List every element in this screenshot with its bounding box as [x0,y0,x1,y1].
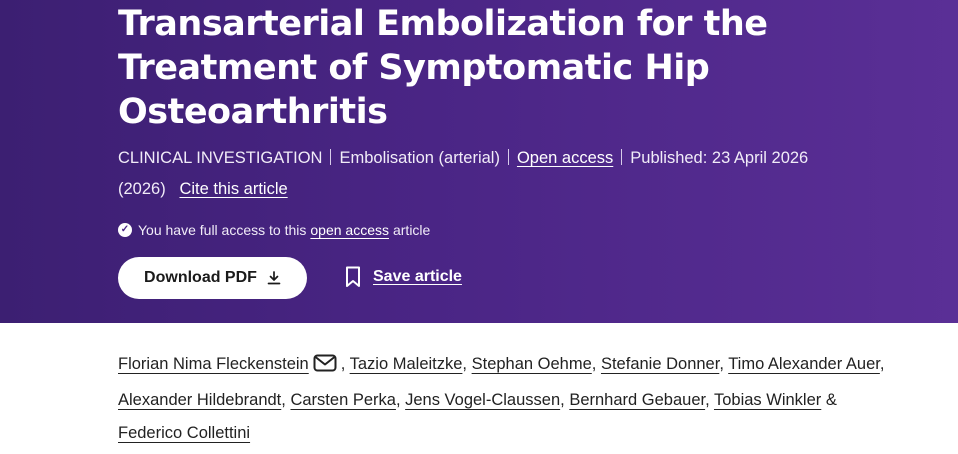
author-link[interactable]: Florian Nima Fleckenstein [118,355,309,373]
cite-link[interactable]: Cite this article [179,180,287,198]
open-access-link[interactable]: Open access [517,149,613,167]
author-link[interactable]: Stefanie Donner [601,355,719,373]
author-link[interactable]: Federico Collettini [118,424,250,442]
divider [330,149,332,165]
download-pdf-label: Download PDF [144,269,257,286]
author-link[interactable]: Timo Alexander Auer [728,355,880,373]
article-meta: CLINICAL INVESTIGATION Embolisation (arte… [118,143,838,205]
page-title: Transarterial Embolization for the Treat… [118,4,768,132]
author-link[interactable]: Carsten Perka [290,391,395,409]
author-list: Florian Nima Fleckenstein, Tazio Maleitz… [118,348,898,450]
download-pdf-button[interactable]: Download PDF [118,257,307,299]
article-category: Embolisation (arterial) [339,149,500,167]
check-circle-icon: ✓ [118,223,132,237]
mail-icon[interactable] [313,351,337,384]
save-article-button[interactable]: Save article [345,266,462,288]
ampersand: & [825,391,837,409]
author-link[interactable]: Tazio Maleitzke [350,355,463,373]
author-link[interactable]: Bernhard Gebauer [569,391,705,409]
author-link[interactable]: Tobias Winkler [714,391,821,409]
open-access-inline-link[interactable]: open access [310,220,389,240]
access-notice: ✓ You have full access to this open acce… [118,220,430,240]
article-year: (2026) [118,180,166,198]
author-link[interactable]: Jens Vogel-Claussen [405,391,560,409]
author-link[interactable]: Alexander Hildebrandt [118,391,281,409]
author-link[interactable]: Stephan Oehme [472,355,592,373]
article-header: Transarterial Embolization for the Treat… [0,0,958,323]
published-date: Published: 23 April 2026 [630,149,809,167]
divider [507,149,509,165]
access-prefix: You have full access to this [138,222,307,238]
divider [621,149,623,165]
access-suffix: article [392,222,431,238]
download-icon [267,271,281,285]
bookmark-icon [346,266,360,287]
save-article-label: Save article [373,268,462,285]
article-type: CLINICAL INVESTIGATION [118,149,323,167]
